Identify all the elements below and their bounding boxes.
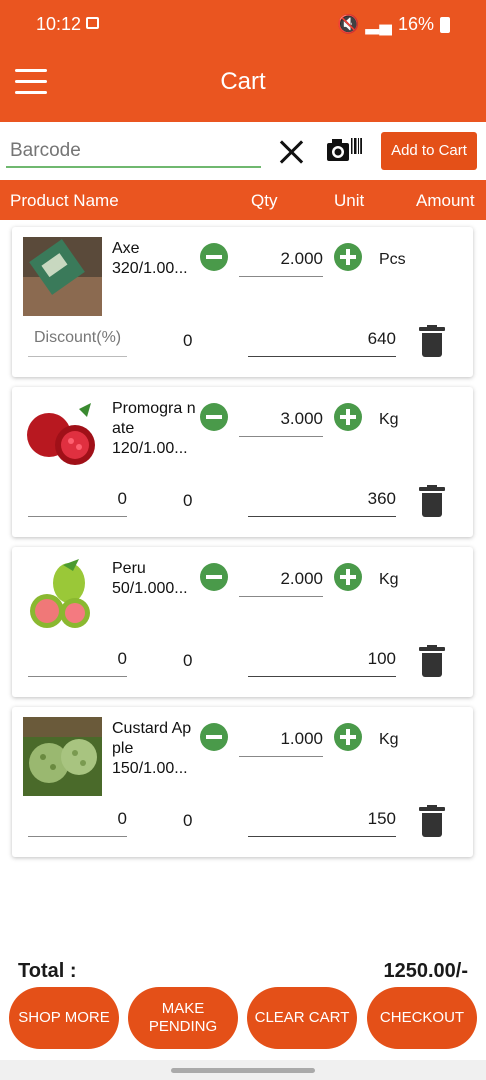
increase-qty-button[interactable] [334,243,362,271]
unit-label: Kg [379,571,399,588]
amount-field: 150 [248,809,396,837]
barcode-row: Add to Cart [0,122,486,180]
header-product-name: Product Name [10,191,119,210]
increase-qty-button[interactable] [334,403,362,431]
product-info: Peru 50/1.000... [112,559,196,599]
delete-icon[interactable] [419,485,445,517]
cart-item: Axe 320/1.00... 2.000 Pcs Discount(%) 0 … [12,227,473,377]
decrease-qty-button[interactable] [200,403,228,431]
barcode-scan-icon[interactable] [326,136,362,164]
add-to-cart-button[interactable]: Add to Cart [381,132,477,170]
page-title: Cart [220,68,266,95]
unit-label: Kg [379,411,399,428]
mute-icon: 🔇 [336,14,360,34]
product-image [23,237,102,316]
product-rate: 50/1.000... [112,580,188,597]
status-icons: 🔇 ▂▄ 16% [337,14,450,35]
status-time: 10:12 [36,14,82,34]
product-name: Axe [112,240,140,257]
make-pending-button[interactable]: MAKE PENDING [128,987,238,1049]
decrease-qty-button[interactable] [200,723,228,751]
amount-field: 640 [248,329,396,357]
battery-icon [440,16,450,33]
status-bar: 10:12 🔇 ▂▄ 16% [0,0,486,46]
table-header: Product Name Qty Unit Amount [0,180,486,220]
cart-item: Peru 50/1.000... 2.000 Kg 0 0 100 [12,547,473,697]
cart-item: Promogra nate 120/1.00... 3.000 Kg 0 0 3… [12,387,473,537]
clear-icon[interactable] [278,138,306,166]
signal-icon: ▂▄ [365,14,392,34]
delete-icon[interactable] [419,325,445,357]
product-name: Peru [112,560,146,577]
header-unit: Unit [334,191,365,210]
delete-icon[interactable] [419,805,445,837]
shop-more-button[interactable]: SHOP MORE [9,987,119,1049]
product-name: Promogra nate [112,400,196,437]
discount-field[interactable]: 0 [28,649,127,677]
system-nav-bar [0,1060,486,1080]
product-info: Promogra nate 120/1.00... [112,399,196,459]
total-label: Total : [18,960,77,982]
checkout-button[interactable]: CHECKOUT [367,987,477,1049]
qty-field[interactable]: 1.000 [239,729,323,757]
discount-field[interactable]: 0 [28,809,127,837]
cart-item: Custard Apple 150/1.00... 1.000 Kg 0 0 1… [12,707,473,857]
battery-percent: 16% [397,14,434,34]
qty-field[interactable]: 2.000 [239,249,323,277]
discount-field[interactable]: 0 [28,489,127,517]
header-amount: Amount [416,191,475,210]
amount-field: 360 [248,489,396,517]
discount-amount: 0 [183,491,193,510]
product-rate: 320/1.00... [112,260,188,277]
product-name: Custard Apple [112,720,192,757]
product-info: Axe 320/1.00... [112,239,196,279]
qty-field[interactable]: 2.000 [239,569,323,597]
total-value: 1250.00/- [383,960,468,982]
home-gesture-bar[interactable] [171,1068,315,1073]
product-rate: 150/1.00... [112,760,188,777]
product-image [23,557,102,636]
decrease-qty-button[interactable] [200,563,228,591]
discount-amount: 0 [183,331,193,350]
increase-qty-button[interactable] [334,723,362,751]
delete-icon[interactable] [419,645,445,677]
discount-amount: 0 [183,811,193,830]
decrease-qty-button[interactable] [200,243,228,271]
gallery-icon [86,17,99,29]
qty-field[interactable]: 3.000 [239,409,323,437]
discount-amount: 0 [183,651,193,670]
discount-field[interactable]: Discount(%) [28,329,127,357]
product-image [23,717,102,796]
clear-cart-button[interactable]: CLEAR CART [247,987,357,1049]
product-image [23,397,102,476]
product-info: Custard Apple 150/1.00... [112,719,196,779]
app-bar: Cart [0,46,486,122]
unit-label: Kg [379,731,399,748]
header-qty: Qty [251,191,278,210]
increase-qty-button[interactable] [334,563,362,591]
barcode-input[interactable] [6,136,261,168]
unit-label: Pcs [379,251,406,268]
amount-field: 100 [248,649,396,677]
product-rate: 120/1.00... [112,440,188,457]
